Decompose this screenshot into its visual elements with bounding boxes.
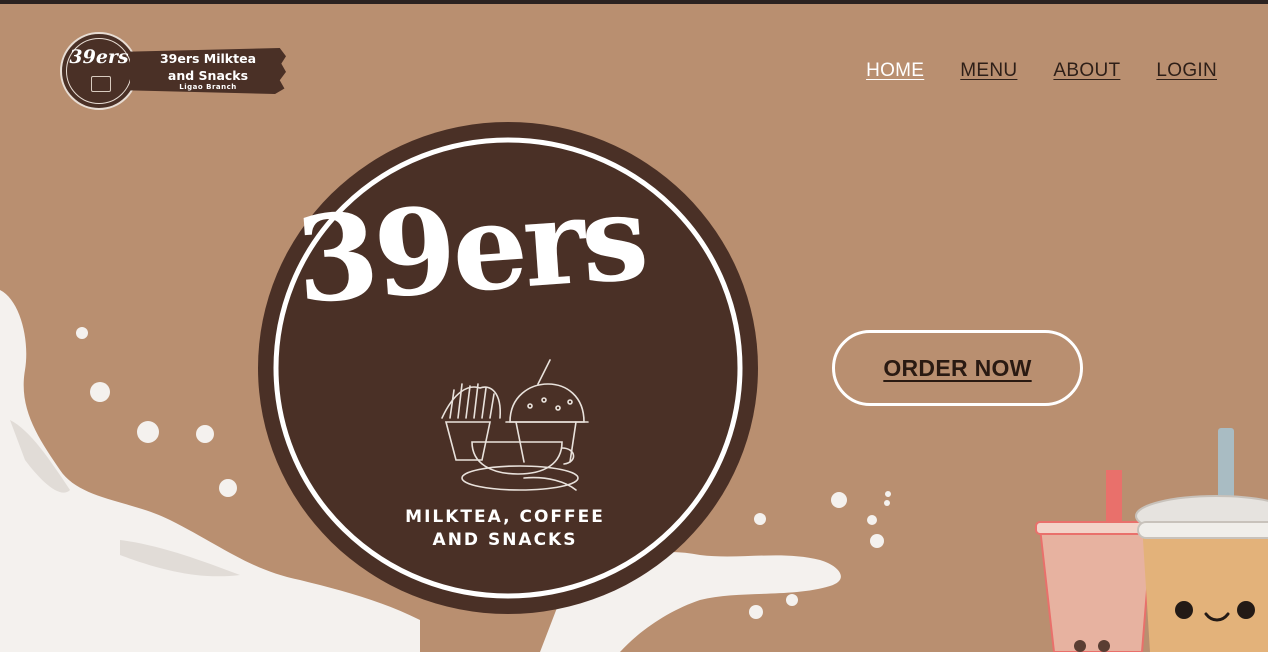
nav-login[interactable]: LOGIN (1156, 60, 1217, 82)
brand-emblem-text: 39ers (69, 46, 129, 68)
brand-branch: Ligao Branch (179, 83, 237, 91)
nav-about[interactable]: ABOUT (1053, 60, 1120, 82)
brand-emblem: 39ers (60, 32, 138, 110)
hero-subtitle-line1: MILKTEA, COFFEE (405, 507, 605, 527)
hero-title: 39ers (291, 167, 649, 330)
hero-subtitle: MILKTEA, COFFEE AND SNACKS (370, 506, 640, 552)
nav-menu[interactable]: MENU (960, 60, 1017, 82)
brand-logo[interactable]: 39ers 39ers Milktea and Snacks Ligao Bra… (60, 32, 300, 114)
boba-drinks-illustration (1035, 428, 1268, 652)
cup-icon (91, 76, 111, 92)
nav-home[interactable]: HOME (866, 60, 924, 82)
hero-subtitle-line2: AND SNACKS (432, 530, 578, 550)
main-nav: HOME MENU ABOUT LOGIN (866, 60, 1217, 82)
brand-name-line1: 39ers Milktea (159, 51, 257, 66)
order-now-button[interactable]: ORDER NOW (832, 330, 1083, 406)
brand-name-line2: and Snacks (167, 68, 249, 83)
